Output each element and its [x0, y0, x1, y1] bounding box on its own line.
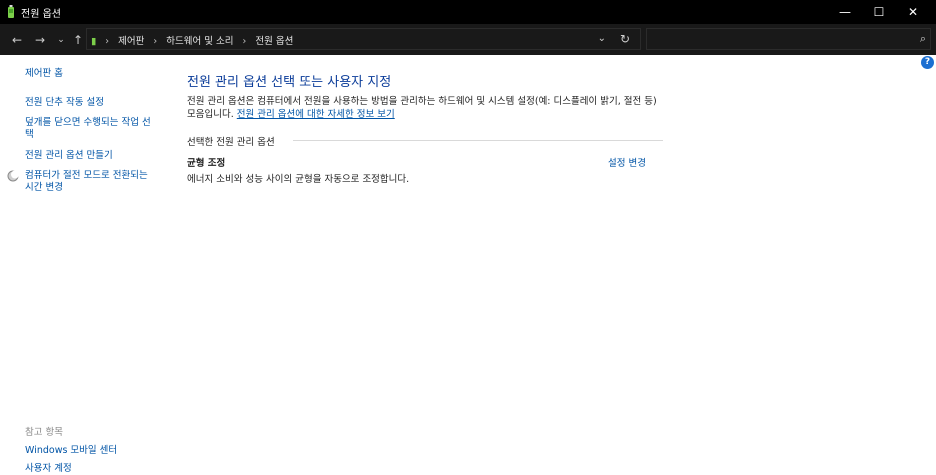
breadcrumb-separator-icon: › — [153, 36, 158, 47]
help-icon[interactable]: ? — [921, 56, 934, 69]
breadcrumb-item-power-options[interactable]: 전원 옵션 — [255, 36, 293, 47]
minimize-button[interactable]: — — [828, 0, 862, 24]
breadcrumb-separator-icon: › — [105, 36, 110, 47]
window-title: 전원 옵션 — [21, 9, 61, 20]
section-title: 선택한 전원 관리 옵션 — [187, 137, 275, 148]
sidebar-item-user-accounts[interactable]: 사용자 계정 — [25, 463, 72, 475]
plan-description: 에너지 소비와 성능 사이의 균형을 자동으로 조정합니다. — [187, 174, 410, 185]
back-button[interactable]: ← — [10, 33, 24, 47]
maximize-button[interactable]: ☐ — [862, 0, 896, 24]
up-button[interactable]: ↑ — [71, 33, 85, 47]
address-dropdown-icon[interactable]: ⌄ — [598, 33, 606, 44]
forward-button[interactable]: → — [33, 33, 47, 47]
breadcrumb-item-control-panel[interactable]: 제어판 — [118, 36, 144, 47]
sidebar-item-control-panel-home[interactable]: 제어판 홈 — [25, 68, 63, 80]
refresh-icon[interactable]: ↻ — [620, 32, 630, 46]
search-input[interactable]: ⌕ — [646, 28, 931, 50]
search-icon[interactable]: ⌕ — [920, 32, 926, 46]
page-title: 전원 관리 옵션 선택 또는 사용자 지정 — [187, 75, 392, 90]
sidebar-item-lid-close-action[interactable]: 덮개를 닫으면 수행되는 작업 선택 — [25, 117, 157, 141]
breadcrumb: ▮ › 제어판 › 하드웨어 및 소리 › 전원 옵션 — [91, 33, 299, 47]
change-plan-settings-link[interactable]: 설정 변경 — [608, 155, 646, 169]
address-field[interactable]: ▮ › 제어판 › 하드웨어 및 소리 › 전원 옵션 ⌄ ↻ — [86, 28, 641, 50]
breadcrumb-separator-icon: › — [242, 36, 247, 47]
address-bar: ← → ⌄ ↑ ▮ › 제어판 › 하드웨어 및 소리 › 전원 옵션 ⌄ ↻ … — [0, 24, 936, 55]
learn-more-link[interactable]: 전원 관리 옵션에 대한 자세한 정보 보기 — [237, 109, 395, 120]
address-folder-icon: ▮ — [91, 36, 97, 47]
close-button[interactable]: ✕ — [896, 0, 930, 24]
sidebar-item-power-button-settings[interactable]: 전원 단추 작동 설정 — [25, 97, 104, 109]
power-options-icon — [8, 5, 14, 18]
sidebar-item-windows-mobility-center[interactable]: Windows 모바일 센터 — [25, 445, 117, 457]
see-also-heading: 참고 항목 — [25, 427, 63, 438]
title-bar: 전원 옵션 — ☐ ✕ — [0, 0, 936, 24]
section-divider — [293, 140, 663, 141]
breadcrumb-item-hardware-and-sound[interactable]: 하드웨어 및 소리 — [166, 36, 233, 47]
sidebar-item-create-power-plan[interactable]: 전원 관리 옵션 만들기 — [25, 150, 113, 162]
recent-locations-dropdown[interactable]: ⌄ — [54, 33, 68, 47]
intro-text-block: 전원 관리 옵션은 컴퓨터에서 전원을 사용하는 방법을 관리하는 하드웨어 및… — [187, 95, 663, 121]
plan-name: 균형 조정 — [187, 158, 226, 169]
sidebar-item-sleep-time[interactable]: 컴퓨터가 절전 모드로 전환되는 시간 변경 — [25, 170, 157, 194]
left-navigation-pane: 제어판 홈 전원 단추 작동 설정 덮개를 닫으면 수행되는 작업 선택 전원 … — [0, 55, 170, 474]
sleep-moon-icon — [7, 170, 19, 182]
